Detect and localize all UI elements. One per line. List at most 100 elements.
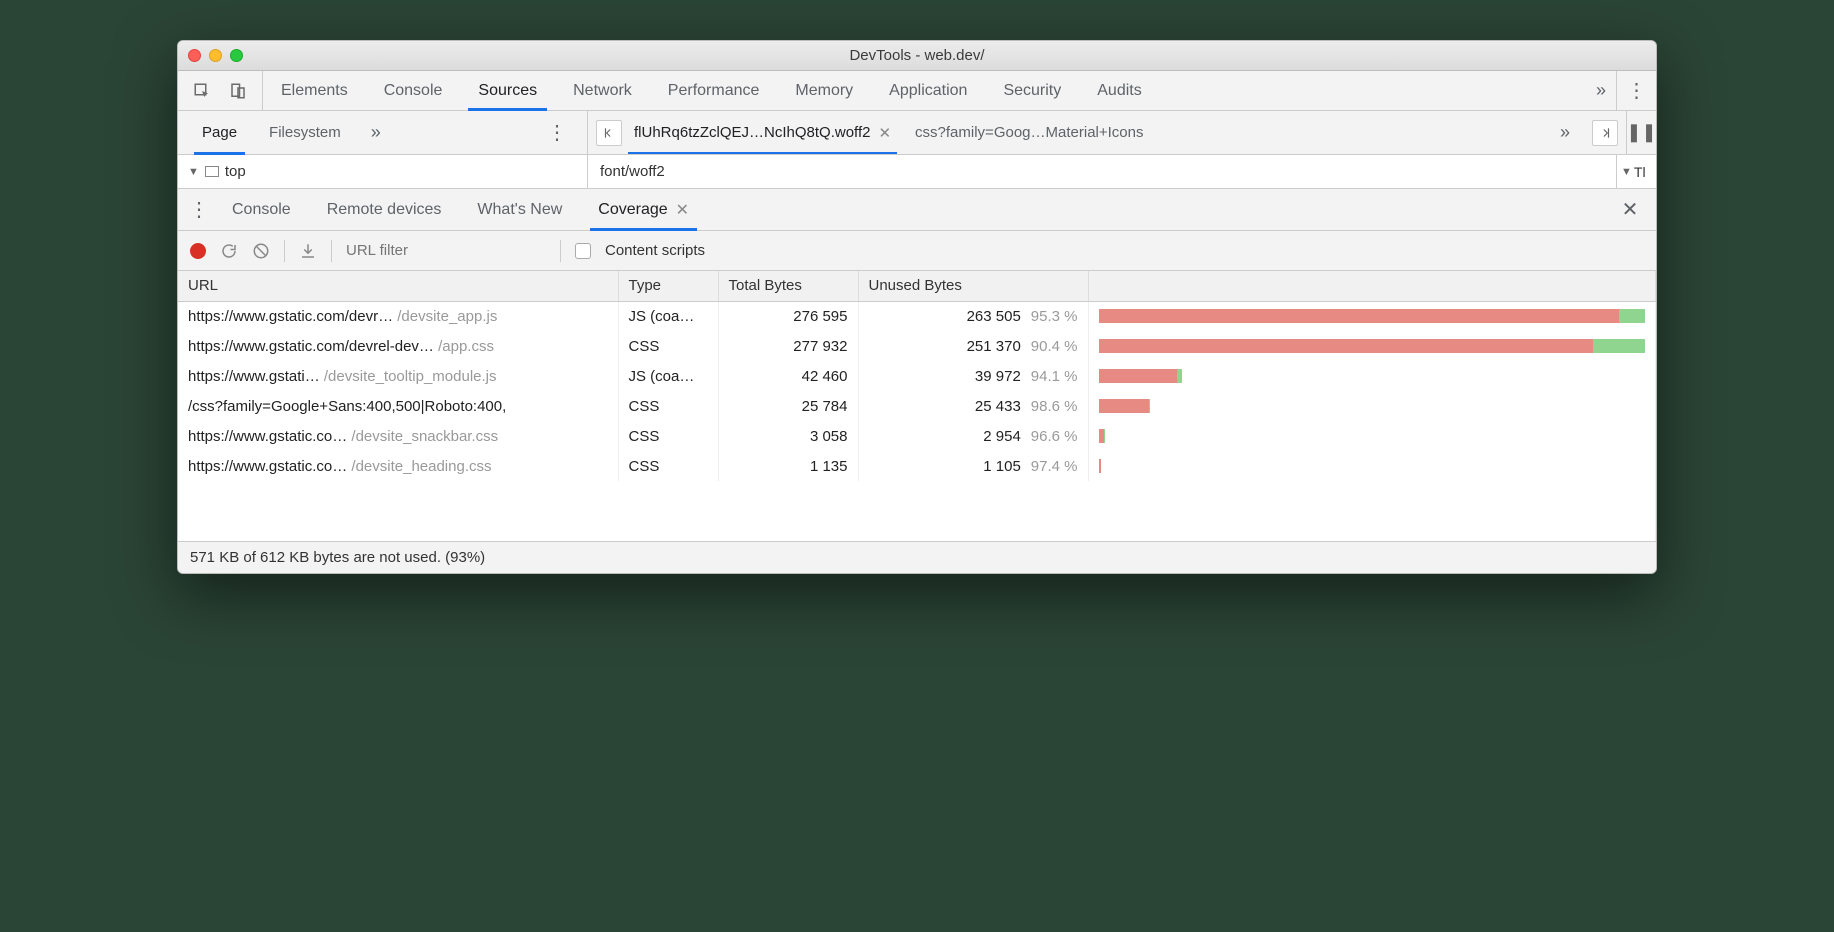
table-row[interactable]: https://www.gstatic.co… /devsite_heading… [178, 451, 1656, 481]
cell-url: https://www.gstatic.co… /devsite_snackba… [178, 421, 618, 451]
cell-type: JS (coa… [618, 301, 718, 331]
table-row[interactable]: https://www.gstatic.com/devrel-dev… /app… [178, 331, 1656, 361]
minimize-icon[interactable] [209, 49, 222, 62]
record-icon[interactable] [190, 243, 206, 259]
main-toolbar: ElementsConsoleSourcesNetworkPerformance… [178, 71, 1656, 111]
editor-content: font/woff2 [588, 155, 1616, 188]
cell-usage-bar [1088, 361, 1656, 391]
cell-usage-bar [1088, 451, 1656, 481]
cell-type: JS (coa… [618, 361, 718, 391]
tree-expand-icon[interactable]: ▼ [188, 166, 199, 178]
cell-url: /css?family=Google+Sans:400,500|Roboto:4… [178, 391, 618, 421]
inspect-element-icon[interactable] [184, 71, 220, 111]
cell-total-bytes: 276 595 [718, 301, 858, 331]
col-header-type[interactable]: Type [618, 271, 718, 301]
drawer-tab-coverage[interactable]: Coverage ✕ [580, 189, 707, 230]
sidebar-tab-page[interactable]: Page [188, 111, 251, 154]
drawer-tab-remote-devices[interactable]: Remote devices [309, 189, 460, 230]
editor-tab-label: css?family=Goog…Material+Icons [915, 124, 1143, 141]
drawer-tab-label: Remote devices [327, 201, 442, 219]
editor-nav-next-icon[interactable] [1592, 120, 1618, 146]
separator [284, 240, 285, 262]
coverage-toolbar: Content scripts [178, 231, 1656, 271]
col-header-total[interactable]: Total Bytes [718, 271, 858, 301]
cell-url: https://www.gstatic.co… /devsite_heading… [178, 451, 618, 481]
tab-application[interactable]: Application [871, 71, 985, 110]
cell-type: CSS [618, 451, 718, 481]
cell-unused-bytes: 251 37090.4 % [858, 331, 1088, 361]
tab-performance[interactable]: Performance [650, 71, 778, 110]
tabs-overflow-icon[interactable]: » [1586, 80, 1616, 101]
cell-usage-bar [1088, 391, 1656, 421]
drawer-tab-label: Coverage [598, 201, 667, 219]
drawer-more-icon[interactable]: ⋮ [184, 189, 214, 230]
separator [331, 240, 332, 262]
threads-expand-icon[interactable]: ▼ [1621, 166, 1632, 178]
device-toggle-icon[interactable] [220, 71, 256, 111]
file-tree[interactable]: ▼ top [178, 155, 588, 188]
export-icon[interactable] [299, 242, 317, 260]
drawer-tabs: ⋮ Console Remote devices What's New Coverag… [178, 189, 1656, 231]
editor-tabs-overflow-icon[interactable]: » [1550, 122, 1580, 143]
sidebar-more-icon[interactable]: ⋮ [537, 111, 577, 154]
table-row[interactable]: /css?family=Google+Sans:400,500|Roboto:4… [178, 391, 1656, 421]
tab-network[interactable]: Network [555, 71, 650, 110]
table-row[interactable]: https://www.gstatic.co… /devsite_snackba… [178, 421, 1656, 451]
editor-tabstrip-row: PageFilesystem » ⋮ flUhRq6tzZclQEJ…NcIhQ… [178, 111, 1656, 155]
cell-type: CSS [618, 421, 718, 451]
editor-tab[interactable]: css?family=Goog…Material+Icons [903, 111, 1155, 154]
threads-pane[interactable]: ▼ Tl [1616, 155, 1656, 188]
table-row[interactable]: https://www.gstati… /devsite_tooltip_mod… [178, 361, 1656, 391]
maximize-icon[interactable] [230, 49, 243, 62]
cell-total-bytes: 277 932 [718, 331, 858, 361]
coverage-table: URL Type Total Bytes Unused Bytes https:… [178, 271, 1656, 481]
cell-total-bytes: 1 135 [718, 451, 858, 481]
drawer-tab-what-s-new[interactable]: What's New [459, 189, 580, 230]
editor-tab[interactable]: flUhRq6tzZclQEJ…NcIhQ8tQ.woff2 ✕ [622, 111, 903, 154]
close-drawer-tab-icon[interactable]: ✕ [676, 200, 689, 220]
content-scripts-label: Content scripts [605, 242, 705, 259]
cell-url: https://www.gstatic.com/devr… /devsite_a… [178, 301, 618, 331]
frame-icon [205, 166, 219, 177]
editor-nav-prev-icon[interactable] [596, 120, 622, 146]
drawer-tab-label: Console [232, 201, 291, 219]
cell-unused-bytes: 1 10597.4 % [858, 451, 1088, 481]
close-icon[interactable] [188, 49, 201, 62]
threads-label: Tl [1634, 164, 1646, 180]
sidebar-tab-filesystem[interactable]: Filesystem [255, 111, 355, 154]
separator [560, 240, 561, 262]
url-filter-input[interactable] [346, 242, 546, 259]
pause-script-icon[interactable]: ❚❚ [1626, 111, 1656, 154]
tab-elements[interactable]: Elements [263, 71, 366, 110]
editor-tabs: flUhRq6tzZclQEJ…NcIhQ8tQ.woff2 ✕ css?famil… [588, 111, 1626, 154]
sidebar-tabs-overflow-icon[interactable]: » [361, 122, 391, 143]
tab-security[interactable]: Security [985, 71, 1079, 110]
drawer-tab-label: What's New [477, 201, 562, 219]
cell-total-bytes: 25 784 [718, 391, 858, 421]
clear-icon[interactable] [252, 242, 270, 260]
more-menu-icon[interactable]: ⋮ [1616, 71, 1656, 110]
tab-sources[interactable]: Sources [460, 71, 555, 110]
tab-audits[interactable]: Audits [1079, 71, 1159, 110]
cell-unused-bytes: 263 50595.3 % [858, 301, 1088, 331]
close-tab-icon[interactable]: ✕ [878, 124, 891, 142]
cell-unused-bytes: 25 43398.6 % [858, 391, 1088, 421]
tab-console[interactable]: Console [366, 71, 461, 110]
reload-icon[interactable] [220, 242, 238, 260]
cell-url: https://www.gstati… /devsite_tooltip_mod… [178, 361, 618, 391]
cell-type: CSS [618, 331, 718, 361]
cell-url: https://www.gstatic.com/devrel-dev… /app… [178, 331, 618, 361]
cell-type: CSS [618, 391, 718, 421]
editor-tab-label: flUhRq6tzZclQEJ…NcIhQ8tQ.woff2 [634, 124, 870, 141]
tree-root-label: top [225, 163, 246, 180]
drawer-close-icon[interactable]: ✕ [1610, 197, 1650, 222]
content-scripts-checkbox[interactable] [575, 243, 591, 259]
col-header-unused[interactable]: Unused Bytes [858, 271, 1088, 301]
table-row[interactable]: https://www.gstatic.com/devr… /devsite_a… [178, 301, 1656, 331]
tab-memory[interactable]: Memory [777, 71, 871, 110]
content-row: ▼ top font/woff2 ▼ Tl [178, 155, 1656, 189]
drawer-tab-console[interactable]: Console [214, 189, 309, 230]
cell-usage-bar [1088, 331, 1656, 361]
col-header-url[interactable]: URL [178, 271, 618, 301]
cell-total-bytes: 42 460 [718, 361, 858, 391]
